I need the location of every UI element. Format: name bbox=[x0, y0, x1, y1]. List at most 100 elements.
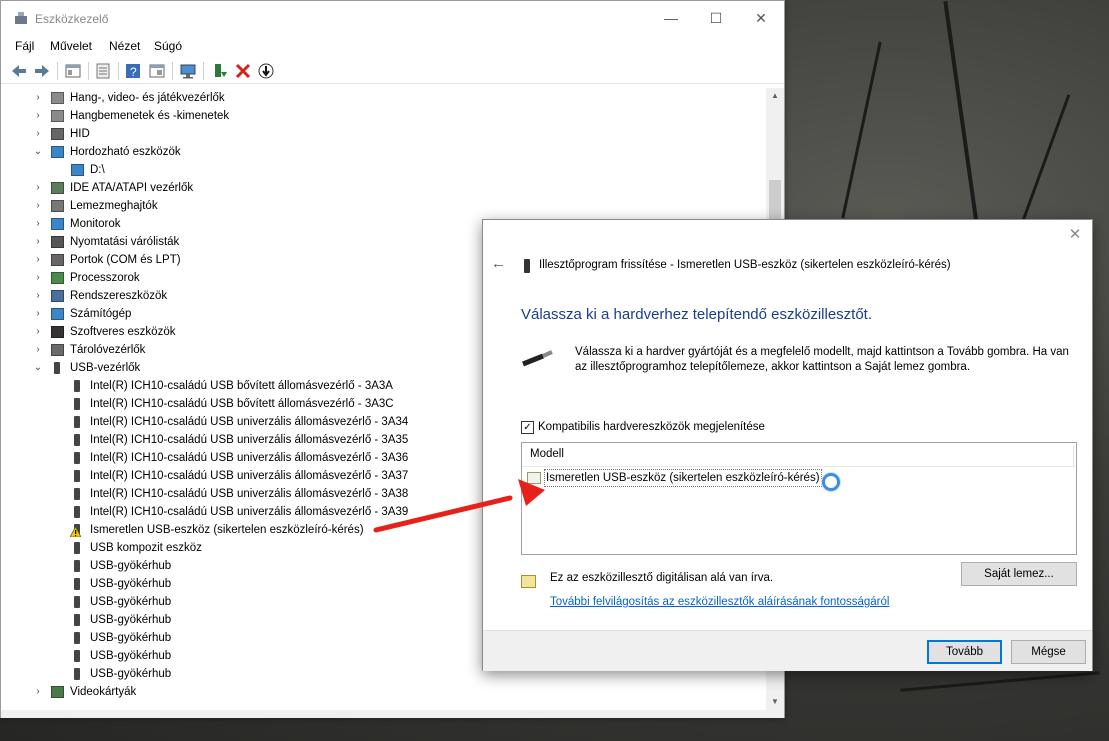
resources-view-icon[interactable] bbox=[148, 62, 166, 80]
monitor-icon bbox=[51, 218, 64, 230]
usb-plug-icon bbox=[522, 350, 553, 367]
ide-controller-icon bbox=[51, 182, 64, 194]
tree-item-label: Processzorok bbox=[70, 272, 140, 284]
menu-action[interactable]: Művelet bbox=[50, 39, 92, 53]
scroll-down-icon[interactable]: ▼ bbox=[766, 694, 784, 710]
cancel-button[interactable]: Mégse bbox=[1011, 640, 1086, 664]
printer-icon bbox=[51, 236, 64, 248]
have-disk-button[interactable]: Saját lemez... bbox=[961, 562, 1077, 586]
chevron-right-icon[interactable]: › bbox=[33, 89, 43, 107]
tree-item-label: USB-gyökérhub bbox=[90, 596, 172, 608]
forward-arrow-icon[interactable] bbox=[33, 62, 51, 80]
dialog-header: Illesztőprogram frissítése - Ismeretlen … bbox=[539, 259, 951, 271]
chevron-right-icon[interactable]: › bbox=[33, 179, 43, 197]
tree-item-label: Nyomtatási várólisták bbox=[70, 236, 180, 248]
tree-item-label: Intel(R) ICH10-családú USB bővített állo… bbox=[90, 380, 393, 392]
scroll-up-icon[interactable]: ▲ bbox=[766, 88, 784, 104]
tree-item-label: Portok (COM és LPT) bbox=[70, 254, 181, 266]
chevron-right-icon[interactable]: › bbox=[33, 197, 43, 215]
chevron-right-icon[interactable]: › bbox=[33, 305, 43, 323]
tree-item-label: IDE ATA/ATAPI vezérlők bbox=[70, 182, 194, 194]
tree-item-label: USB-gyökérhub bbox=[90, 632, 172, 644]
update-driver-dialog: ✕ ← Illesztőprogram frissítése - Ismeret… bbox=[482, 219, 1093, 671]
tree-item-label: Intel(R) ICH10-családú USB univerzális á… bbox=[90, 488, 409, 500]
chevron-right-icon[interactable]: › bbox=[33, 107, 43, 125]
warning-usb-icon bbox=[70, 524, 81, 537]
tree-item-label: USB-vezérlők bbox=[70, 362, 141, 374]
usb-icon bbox=[74, 398, 80, 410]
device-list-icon[interactable] bbox=[94, 62, 112, 80]
help-icon[interactable]: ? bbox=[124, 62, 142, 80]
usb-icon bbox=[74, 380, 80, 392]
disable-device-icon[interactable] bbox=[257, 62, 275, 80]
tree-item-label: Számítógép bbox=[70, 308, 132, 320]
chevron-right-icon[interactable]: › bbox=[33, 215, 43, 233]
busy-cursor-icon bbox=[822, 473, 840, 491]
software-device-icon bbox=[51, 326, 64, 338]
model-list-item-label: Ismeretlen USB-eszköz (sikertelen eszköz… bbox=[544, 469, 822, 487]
usb-icon bbox=[74, 506, 80, 518]
tree-item-label: D:\ bbox=[90, 164, 105, 176]
minimize-button[interactable]: — bbox=[656, 7, 686, 29]
compatible-hardware-checkbox[interactable]: ✓ bbox=[521, 421, 534, 434]
back-arrow-icon[interactable] bbox=[10, 62, 28, 80]
chevron-right-icon[interactable]: › bbox=[33, 125, 43, 143]
disk-drive-icon bbox=[51, 200, 64, 212]
svg-text:?: ? bbox=[130, 65, 137, 79]
chevron-right-icon[interactable]: › bbox=[33, 233, 43, 251]
close-button[interactable]: ✕ bbox=[746, 7, 776, 29]
port-icon bbox=[51, 254, 64, 266]
properties-view-icon[interactable] bbox=[64, 62, 82, 80]
usb-icon bbox=[74, 416, 80, 428]
usb-device-icon bbox=[524, 259, 530, 273]
speaker-icon bbox=[51, 110, 64, 122]
usb-icon bbox=[74, 650, 80, 662]
tree-item-label: Intel(R) ICH10-családú USB univerzális á… bbox=[90, 416, 409, 428]
tree-item-label: Intel(R) ICH10-családú USB univerzális á… bbox=[90, 506, 409, 518]
maximize-button[interactable]: ☐ bbox=[701, 7, 731, 29]
usb-icon bbox=[74, 452, 80, 464]
tree-item-label: Monitorok bbox=[70, 218, 121, 230]
chevron-down-icon[interactable]: ⌄ bbox=[33, 359, 43, 377]
window-title: Eszközkezelő bbox=[35, 12, 109, 26]
update-driver-icon[interactable] bbox=[211, 62, 229, 80]
menu-help[interactable]: Súgó bbox=[154, 39, 182, 53]
display-adapter-icon bbox=[51, 686, 64, 698]
usb-icon bbox=[74, 668, 80, 680]
tree-item-label: Szoftveres eszközök bbox=[70, 326, 176, 338]
next-button[interactable]: Tovább bbox=[927, 640, 1002, 664]
driver-signing-info-link[interactable]: További felvilágosítás az eszközillesztő… bbox=[550, 596, 889, 608]
title-bar[interactable]: Eszközkezelő — ☐ ✕ bbox=[1, 1, 784, 35]
menu-view[interactable]: Nézet bbox=[109, 39, 140, 53]
tree-item-label: Intel(R) ICH10-családú USB univerzális á… bbox=[90, 452, 409, 464]
signed-driver-text: Ez az eszközillesztő digitálisan alá van… bbox=[550, 572, 774, 584]
compatible-hardware-label[interactable]: Kompatibilis hardvereszközök megjeleníté… bbox=[538, 421, 765, 433]
scan-hardware-icon[interactable] bbox=[179, 62, 197, 80]
uninstall-device-icon[interactable] bbox=[234, 62, 252, 80]
dialog-description: Válassza ki a hardver gyártóját és a meg… bbox=[575, 346, 1069, 373]
dialog-back-button[interactable]: ← bbox=[491, 256, 507, 272]
chevron-right-icon[interactable]: › bbox=[33, 269, 43, 287]
chevron-right-icon[interactable]: › bbox=[33, 323, 43, 341]
menu-file[interactable]: Fájl bbox=[15, 39, 34, 53]
chevron-right-icon[interactable]: › bbox=[33, 251, 43, 269]
dialog-heading: Válassza ki a hardverhez telepítendő esz… bbox=[521, 306, 873, 323]
tree-item-label: Hang-, video- és játékvezérlők bbox=[70, 92, 225, 104]
usb-icon bbox=[74, 542, 80, 554]
chevron-down-icon[interactable]: ⌄ bbox=[33, 143, 43, 161]
model-column-header[interactable]: Modell bbox=[530, 448, 564, 460]
chevron-right-icon[interactable]: › bbox=[33, 287, 43, 305]
tree-item-label: Hordozható eszközök bbox=[70, 146, 181, 158]
chevron-right-icon[interactable]: › bbox=[33, 683, 43, 701]
computer-icon bbox=[51, 308, 64, 320]
tree-item-label: Tárolóvezérlők bbox=[70, 344, 146, 356]
model-list[interactable]: Modell Ismeretlen USB-eszköz (sikertelen… bbox=[521, 442, 1077, 555]
chevron-right-icon[interactable]: › bbox=[33, 341, 43, 359]
tree-item-label: USB kompozit eszköz bbox=[90, 542, 202, 554]
signed-driver-icon bbox=[521, 575, 536, 588]
dialog-close-button[interactable]: ✕ bbox=[1066, 226, 1084, 244]
tree-item-label: Rendszereszközök bbox=[70, 290, 168, 302]
tree-item-label: Intel(R) ICH10-családú USB univerzális á… bbox=[90, 434, 409, 446]
hid-icon bbox=[51, 128, 64, 140]
usb-icon bbox=[74, 488, 80, 500]
